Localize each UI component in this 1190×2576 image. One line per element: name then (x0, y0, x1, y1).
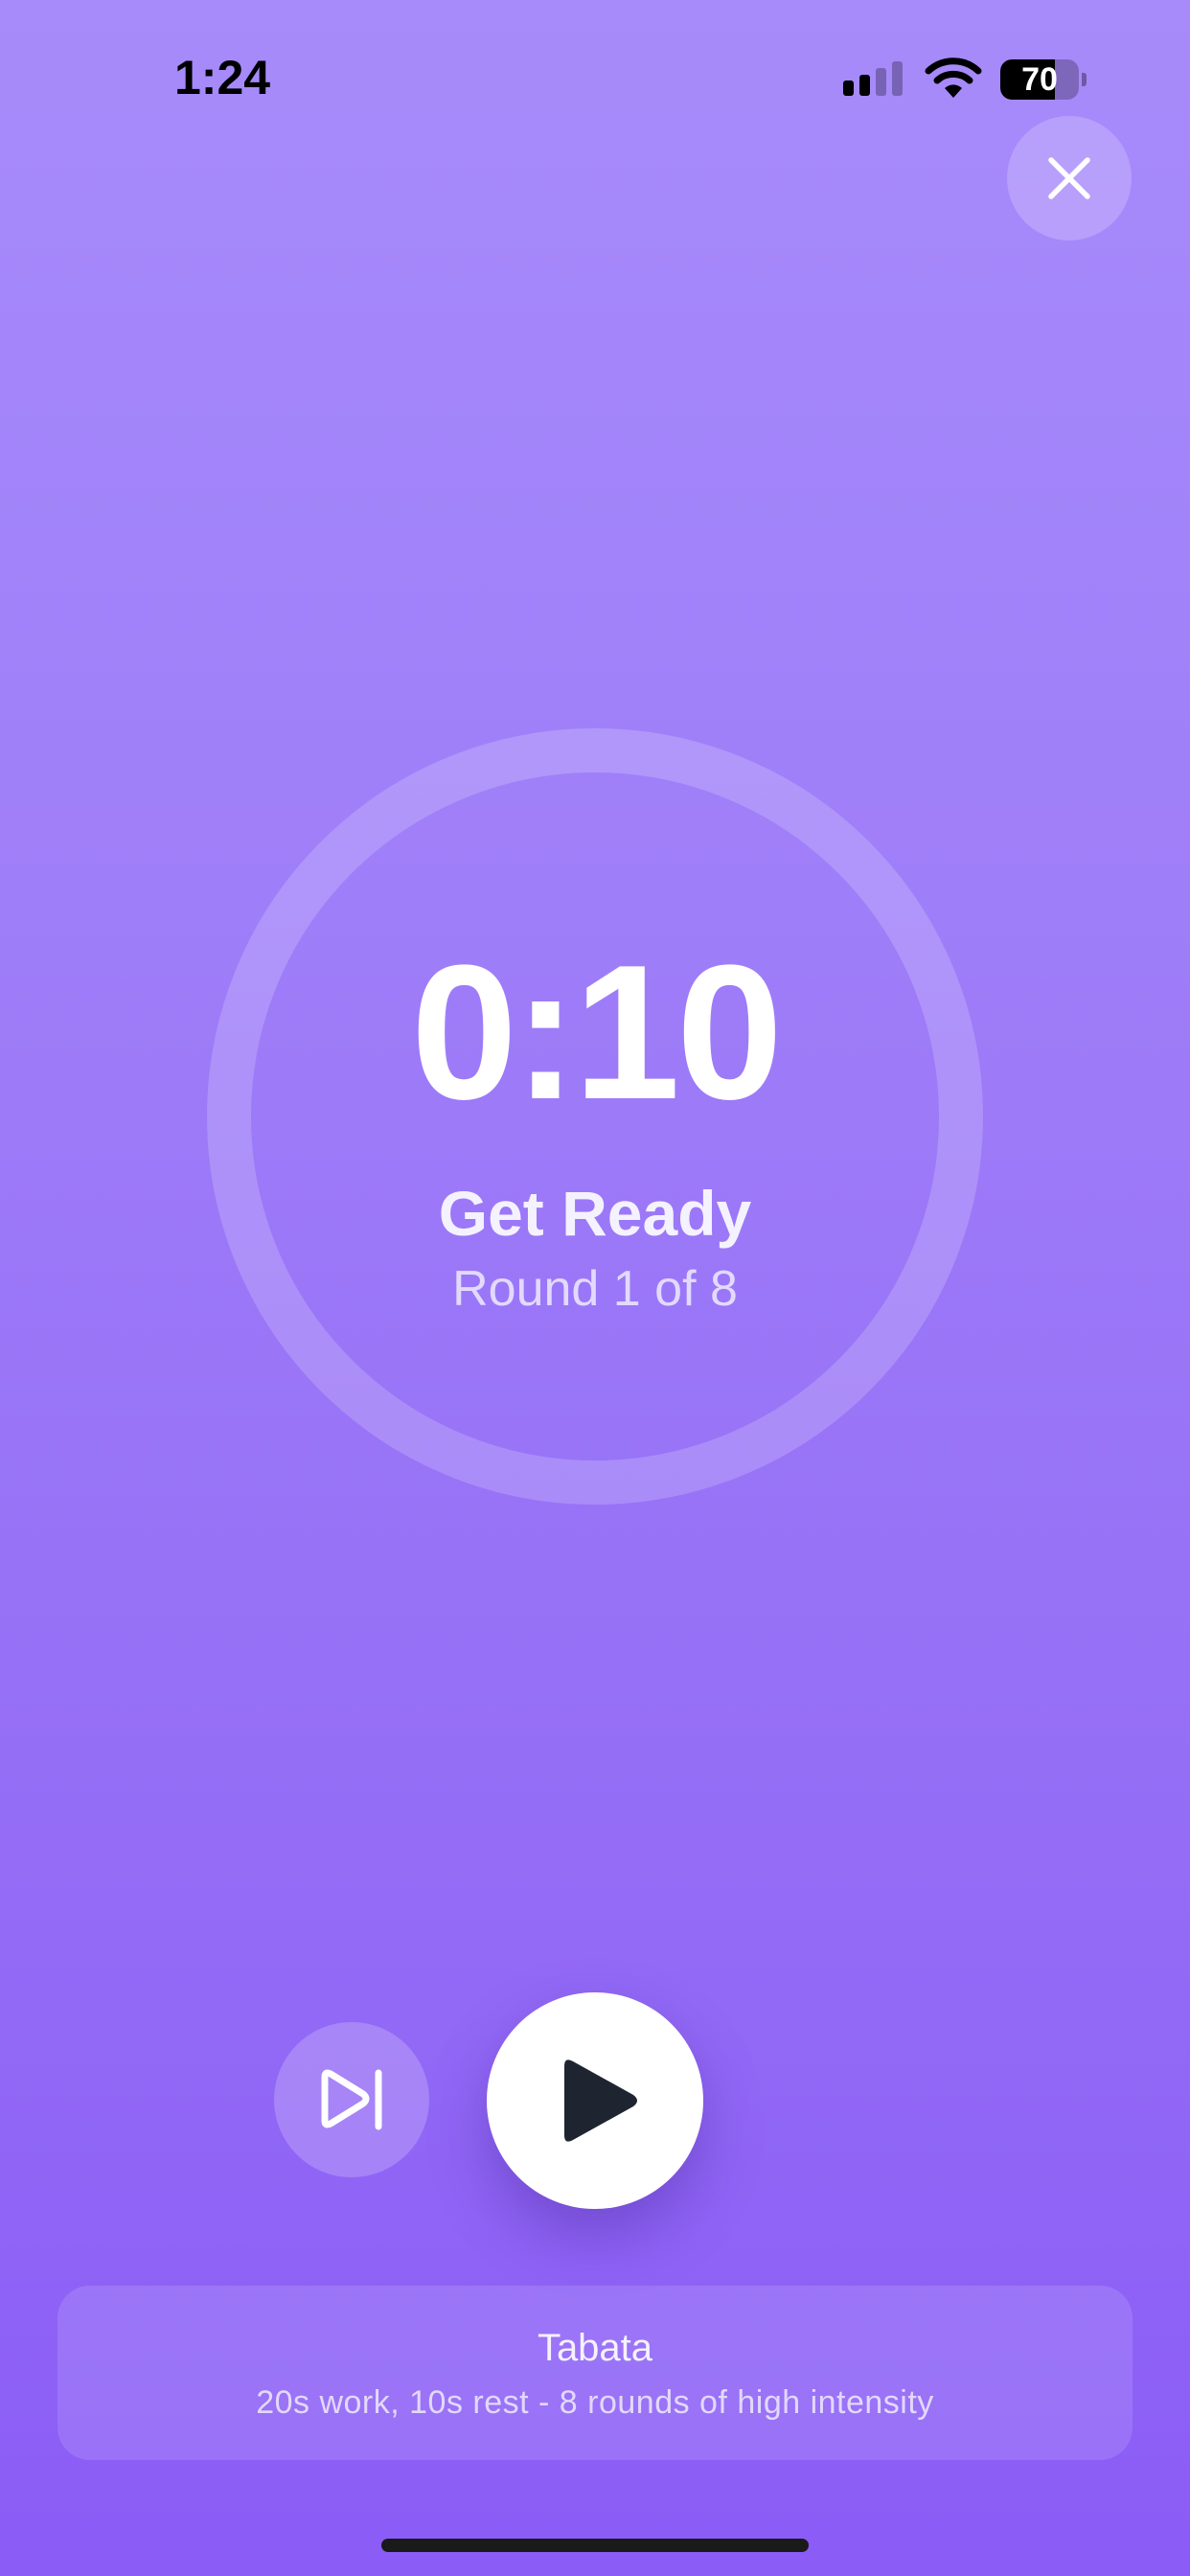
battery-nub (1082, 73, 1087, 86)
battery-level: 70 (1021, 61, 1058, 98)
phase-label: Get Ready (438, 1178, 752, 1249)
workout-info-card: Tabata 20s work, 10s rest - 8 rounds of … (57, 2286, 1133, 2460)
close-icon (1048, 157, 1090, 199)
signal-icon (843, 61, 903, 96)
round-label: Round 1 of 8 (452, 1261, 738, 1317)
skip-forward-icon (321, 2069, 382, 2130)
timer-screen: 1:24 70 0:10 Get Ready Round 1 of 8 Taba… (0, 0, 1190, 2576)
play-button[interactable] (487, 1992, 703, 2209)
workout-name: Tabata (537, 2327, 653, 2369)
battery-body: 70 (1000, 59, 1079, 100)
status-bar-time: 1:24 (174, 51, 271, 104)
workout-description: 20s work, 10s rest - 8 rounds of high in… (256, 2384, 934, 2421)
home-indicator[interactable] (381, 2539, 809, 2552)
play-icon (564, 2059, 637, 2142)
timer-countdown: 0:10 (410, 926, 783, 1139)
close-button[interactable] (1007, 116, 1132, 241)
wifi-icon (925, 58, 982, 98)
battery-icon: 70 (1000, 59, 1087, 100)
skip-button[interactable] (274, 2022, 429, 2177)
